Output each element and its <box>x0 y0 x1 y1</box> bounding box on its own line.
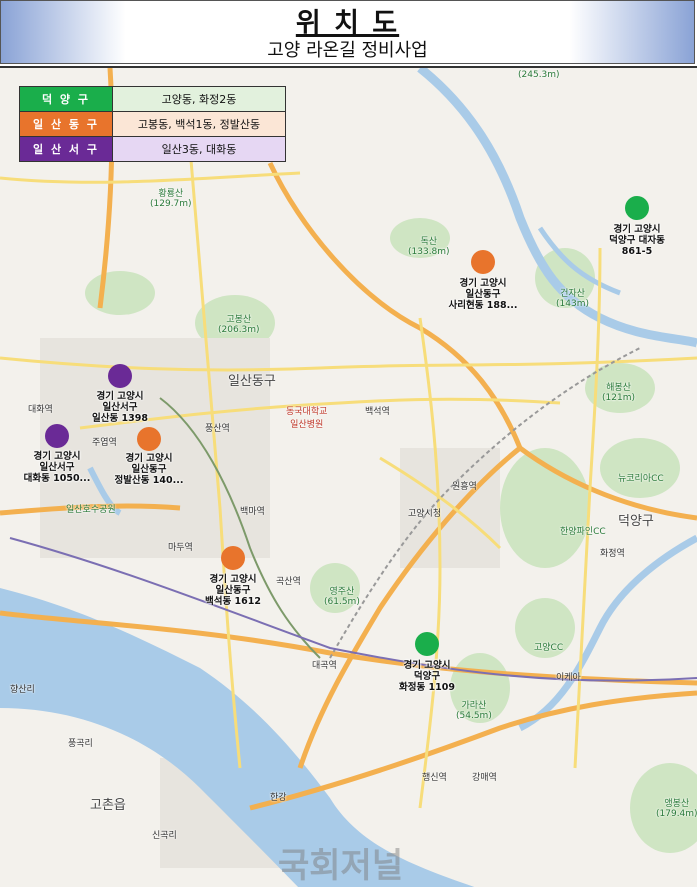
label-hangang: 한강 <box>270 793 287 803</box>
label-deokyanggu: 덕양구 <box>618 514 654 529</box>
legend-row: 덕 양 구 고양동, 화정2동 <box>19 86 286 112</box>
label-daehwa: 대화역 <box>28 405 53 415</box>
page-subtitle: 고양 라온길 정비사업 <box>267 40 428 61</box>
marker-label: 경기 고양시 일산서구 일산동 1398 <box>92 391 148 424</box>
label-hwangryongsan: 황룡산 (129.7m) <box>150 189 192 209</box>
label-goyang-cc: 고양CC <box>534 643 564 653</box>
label-dongguk-hospital: 동국대학교 일산병원 <box>286 407 328 430</box>
label-hwajeong: 화정역 <box>600 549 625 559</box>
label-goseup: 고촌읍 <box>90 798 126 813</box>
marker-label: 경기 고양시 일산동구 정발산동 140... <box>114 453 184 486</box>
legend-areas: 일산3동, 대화동 <box>112 136 286 162</box>
label-ikea: 이케아 <box>556 673 581 683</box>
label-baekseok: 백석역 <box>365 407 390 417</box>
label-haebalsan: 해봉산 (121m) <box>602 383 635 403</box>
marker-ilsanseo-daehwa[interactable] <box>45 424 69 448</box>
marker-deokyang-daejadong[interactable] <box>625 196 649 220</box>
marker-ilsandong-baekseok[interactable] <box>221 546 245 570</box>
legend-table: 덕 양 구 고양동, 화정2동 일 산 동 구 고봉동, 백석1동, 정발산동 … <box>19 86 286 162</box>
label-aeyangsan: 앵봉산 (179.4m) <box>656 799 697 819</box>
label-yeongjusan: 영주산 (61.5m) <box>324 587 360 607</box>
marker-label: 경기 고양시 덕양구 대자동 861-5 <box>609 224 665 257</box>
label-ilsan-lake: 일산호수공원 <box>66 505 116 515</box>
label-pungsan: 풍산역 <box>205 424 230 434</box>
legend-district: 일 산 동 구 <box>19 111 113 137</box>
label-doksan: 독산 (133.8m) <box>408 237 450 257</box>
marker-ilsandong-sarihyeon[interactable] <box>471 250 495 274</box>
marker-deokyang-hwajeong[interactable] <box>415 632 439 656</box>
label-baekma: 백마역 <box>240 507 265 517</box>
header-banner: 위 치 도 고양 라온길 정비사업 <box>0 0 695 64</box>
label-hanyang-cc: 한양파인CC <box>560 527 606 537</box>
label-wondang: 원흥역 <box>452 482 477 492</box>
label-geonjasan: 건자산 (143m) <box>556 289 589 309</box>
watermark: 국회저널 <box>278 846 404 886</box>
marker-ilsandong-jeongbalsan[interactable] <box>137 427 161 451</box>
label-juyeop: 주엽역 <box>92 438 117 448</box>
label-gangmae: 강매역 <box>472 773 497 783</box>
label-gobongsan: 고봉산 (206.3m) <box>218 315 260 335</box>
marker-label: 경기 고양시 일산동구 백석동 1612 <box>205 574 261 607</box>
marker-label: 경기 고양시 일산동구 사리현동 188... <box>448 278 518 311</box>
legend-row: 일 산 동 구 고봉동, 백석1동, 정발산동 <box>19 111 286 137</box>
label-pungok: 풍곡리 <box>68 739 93 749</box>
label-newkorea-cc: 뉴코리아CC <box>618 474 664 484</box>
map-area[interactable]: 일산동구 덕양구 고촌읍 황룡산 (129.7m) 고봉산 (206.3m) 독… <box>0 66 697 887</box>
label-hyangsan: 향산리 <box>10 685 35 695</box>
marker-label: 경기 고양시 덕양구 화정동 1109 <box>399 660 455 693</box>
label-haengsin: 행신역 <box>422 773 447 783</box>
label-daegok: 대곡역 <box>312 661 337 671</box>
legend-district: 덕 양 구 <box>19 86 113 112</box>
legend-areas: 고봉동, 백석1동, 정발산동 <box>112 111 286 137</box>
legend-row: 일 산 서 구 일산3동, 대화동 <box>19 136 286 162</box>
label-ilsandonggu: 일산동구 <box>228 374 276 389</box>
legend-areas: 고양동, 화정2동 <box>112 86 286 112</box>
legend-district: 일 산 서 구 <box>19 136 113 162</box>
page-title: 위 치 도 <box>295 8 400 39</box>
label-goyang-cityhall: 고양시청 <box>408 509 442 519</box>
marker-ilsanseo-ilsan[interactable] <box>108 364 132 388</box>
label-garasan: 가라산 (54.5m) <box>456 701 492 721</box>
label-top-peak: (245.3m) <box>518 70 560 80</box>
label-singok: 신곡리 <box>152 831 177 841</box>
label-madu: 마두역 <box>168 543 193 553</box>
